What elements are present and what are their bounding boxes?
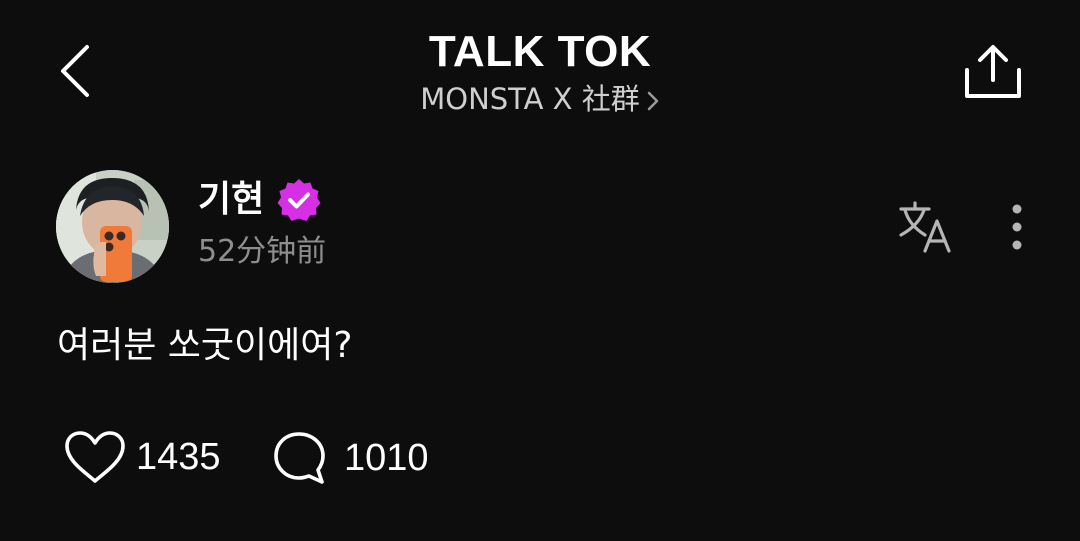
verified-badge-icon xyxy=(276,177,322,223)
post-text: 여러분 쏘굿이에여? xyxy=(57,325,353,366)
heart-icon xyxy=(65,431,125,483)
share-button[interactable] xyxy=(956,36,1030,106)
translate-button[interactable] xyxy=(895,198,957,256)
comment-count: 1010 xyxy=(344,437,429,479)
more-options-button[interactable] xyxy=(995,198,1039,256)
author-row: 기현 xyxy=(198,176,322,224)
comment-button[interactable]: 1010 xyxy=(272,430,429,486)
community-link[interactable]: MONSTA X 社群 xyxy=(0,80,1080,118)
community-name: MONSTA X 社群 xyxy=(420,82,640,116)
post-time: 52分钟前 xyxy=(198,234,327,269)
chevron-right-icon xyxy=(646,90,660,112)
comment-icon xyxy=(274,432,325,484)
avatar[interactable] xyxy=(56,170,169,283)
like-button[interactable]: 1435 xyxy=(64,430,221,484)
post-actions: 1435 1010 xyxy=(0,430,1080,490)
share-icon xyxy=(965,45,1021,98)
like-count: 1435 xyxy=(136,436,221,478)
translate-icon xyxy=(899,201,951,253)
author-name[interactable]: 기현 xyxy=(198,176,264,224)
top-bar: TALK TOK MONSTA X 社群 xyxy=(0,0,1080,130)
more-vertical-icon xyxy=(1012,204,1022,250)
page-title: TALK TOK xyxy=(428,27,652,76)
